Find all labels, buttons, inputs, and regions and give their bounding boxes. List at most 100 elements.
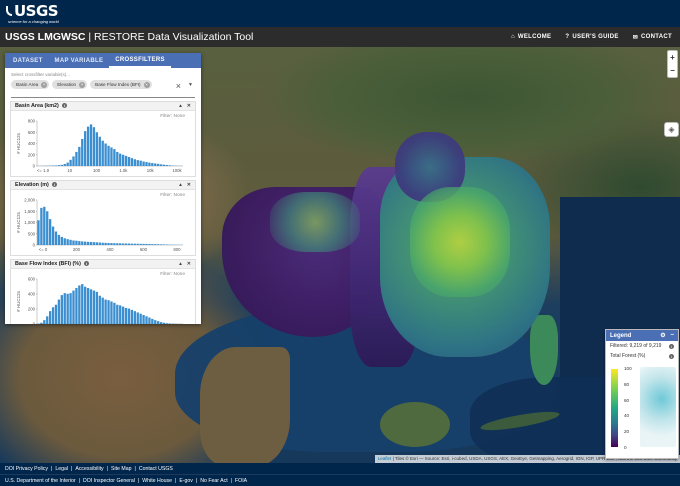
chip-remove-icon[interactable]: ×: [41, 81, 48, 88]
yucatan-land: [380, 402, 450, 447]
histogram-bar: [136, 312, 139, 324]
info-icon[interactable]: i: [61, 103, 67, 108]
histogram-bar: [95, 132, 99, 166]
footer-link[interactable]: Site Map: [111, 466, 131, 472]
histogram-bar: [127, 157, 131, 166]
collapse-icon[interactable]: ▴: [179, 103, 182, 109]
footer-link[interactable]: U.S. Department of the Interior: [5, 478, 76, 484]
histogram-basin-area[interactable]: Filter: None # HUC12s 800 600 400 200 0 <= 1.0…: [11, 111, 195, 176]
histogram-bar: [75, 151, 78, 166]
zoom-in-button[interactable]: +: [670, 53, 675, 62]
histogram-elevation[interactable]: Filter: None # HUC12s 2,000 1,500 1,000 500 0…: [11, 190, 195, 255]
histogram-bar: [130, 243, 134, 245]
tab-crossfilters[interactable]: CROSSFILTERS: [109, 53, 171, 68]
legend-color-scale: 100 80 60 40 20 0: [606, 361, 678, 451]
histogram-svg[interactable]: # HUC12s 2,000 1,500 1,000 500 0<= 0 200 400 600…: [11, 190, 195, 255]
x-tick-label: 600: [140, 247, 148, 252]
histogram-bar: [124, 243, 128, 245]
zoom-out-button[interactable]: −: [670, 66, 675, 75]
histogram-svg[interactable]: # HUC12s 800 600 400 200 0<= 1.0 10 100 1.0k 10k 1…: [11, 111, 195, 176]
footer-link[interactable]: DOI Inspector General: [83, 478, 135, 484]
info-icon[interactable]: i: [51, 182, 57, 187]
histogram-bar: [60, 164, 63, 166]
info-icon[interactable]: i: [669, 343, 674, 349]
crossfilter-variable-select[interactable]: Select crossfilter variable(s)... Basin …: [11, 72, 195, 98]
histogram-bar: [51, 226, 55, 245]
histogram-bar: [113, 302, 116, 324]
x-tick-label: 800: [173, 247, 181, 252]
histogram-bar: [72, 240, 75, 245]
footer-link[interactable]: FOIA: [235, 478, 247, 484]
nav-users-guide[interactable]: ? USER'S GUIDE: [565, 34, 618, 41]
x-tick-label: 400: [106, 247, 114, 252]
histogram-bar: [95, 291, 99, 324]
histogram-bar: [101, 242, 104, 245]
histogram-bar: [81, 139, 84, 166]
tab-map-variable[interactable]: MAP VARIABLE: [49, 53, 110, 68]
histogram-bar: [145, 243, 148, 245]
legend-variable: Total Forest (%): [610, 353, 646, 359]
histogram-bar: [101, 140, 104, 166]
histogram-bar: [142, 243, 145, 245]
histogram-bar: [66, 162, 69, 166]
histogram-bar: [139, 160, 142, 166]
footer-link[interactable]: E-gov: [179, 478, 193, 484]
info-icon[interactable]: i: [669, 353, 674, 359]
info-icon[interactable]: i: [83, 261, 89, 266]
leaflet-link[interactable]: Leaflet: [378, 456, 392, 461]
histogram-bar: [127, 308, 131, 324]
histogram-bar: [98, 242, 101, 245]
footer-link[interactable]: Legal: [55, 466, 68, 472]
footer-link[interactable]: White House: [142, 478, 172, 484]
histogram-bar: [110, 301, 113, 324]
chip-remove-icon[interactable]: ×: [79, 81, 86, 88]
usgs-logo[interactable]: USGS science for a changing world: [6, 3, 59, 24]
histogram-bar: [110, 147, 113, 166]
y-tick-label: 0: [33, 164, 36, 169]
nav-contact[interactable]: ✉ CONTACT: [633, 34, 672, 41]
y-tick-label: 600: [28, 277, 36, 282]
histogram-bar: [57, 234, 61, 245]
layers-button[interactable]: ◈: [664, 122, 679, 137]
histogram-bar: [75, 288, 78, 324]
chip-remove-icon[interactable]: ×: [143, 81, 150, 88]
collapse-icon[interactable]: ▴: [179, 182, 182, 188]
histogram-bar: [148, 243, 151, 245]
nav-welcome[interactable]: ⌂ WELCOME: [511, 34, 551, 41]
histogram-bfi[interactable]: Filter: None # HUC12s6004002000020406080: [11, 269, 195, 324]
histogram-bar: [92, 127, 96, 166]
legend-distribution-preview: [640, 367, 676, 447]
close-icon[interactable]: ✕: [187, 261, 191, 267]
histogram-bar: [168, 323, 172, 324]
histogram-bar: [78, 241, 81, 245]
histogram-bar: [154, 320, 157, 324]
histogram-bar: [124, 307, 128, 324]
y-tick-label: 1,000: [24, 220, 35, 225]
close-icon[interactable]: ✕: [187, 103, 191, 109]
collapse-icon[interactable]: ‒: [671, 332, 674, 339]
color-ramp: [611, 369, 618, 447]
gear-icon[interactable]: ⚙: [660, 332, 665, 339]
histogram-bar: [43, 320, 46, 324]
histogram-bar: [95, 242, 99, 245]
histogram-bar: [89, 241, 93, 245]
mail-icon: ✉: [632, 34, 639, 41]
x-tick-label: 10: [67, 168, 72, 173]
filter-title: Base Flow Index (BFI) (%): [15, 261, 81, 267]
clear-selection-icon[interactable]: ×: [176, 81, 181, 91]
histogram-svg[interactable]: # HUC12s6004002000020406080: [11, 269, 195, 324]
collapse-icon[interactable]: ▴: [179, 261, 182, 267]
footer-link[interactable]: DOI Privacy Policy: [5, 466, 48, 472]
histogram-bar: [54, 165, 58, 166]
footer-link[interactable]: Contact USGS: [139, 466, 173, 472]
y-tick-label: 200: [28, 307, 36, 312]
histogram-bar: [63, 238, 66, 245]
close-icon[interactable]: ✕: [187, 182, 191, 188]
tab-dataset[interactable]: DATASET: [7, 53, 49, 68]
histogram-bar: [162, 322, 166, 324]
help-icon: ?: [565, 34, 570, 40]
dropdown-arrow-icon[interactable]: ▼: [188, 82, 193, 88]
footer-link[interactable]: Accessibility: [75, 466, 103, 472]
histogram-bar: [81, 284, 84, 324]
footer-link[interactable]: No Fear Act: [200, 478, 227, 484]
